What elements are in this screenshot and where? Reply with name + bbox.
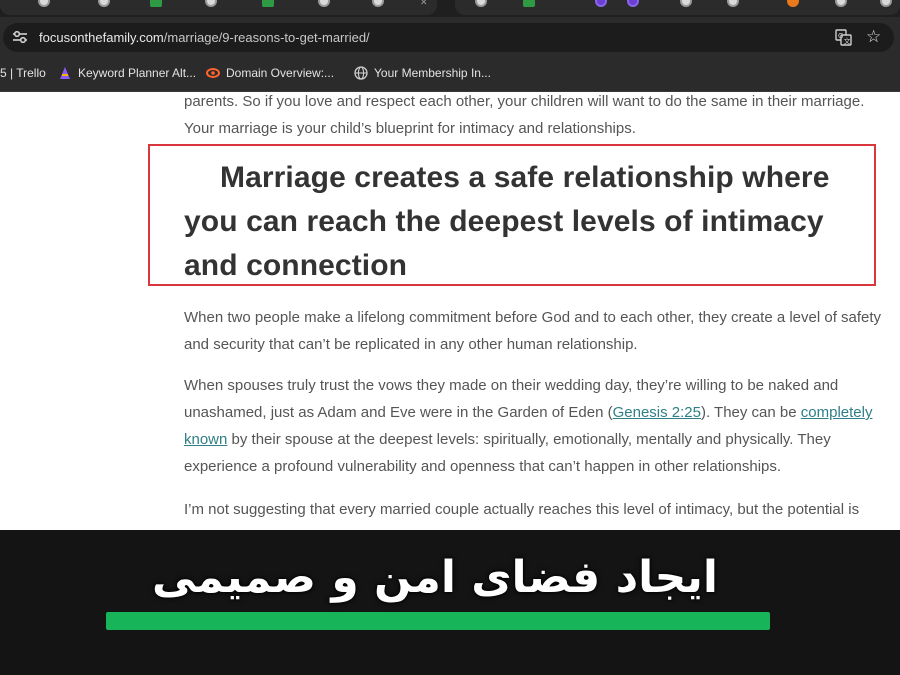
tab-group-right[interactable] <box>455 0 900 15</box>
tab-favicon-icon <box>205 0 217 7</box>
pull-quote: Marriage creates a safe relationship whe… <box>184 156 884 288</box>
bookmark-star-icon[interactable]: ☆ <box>866 27 881 47</box>
tab-favicon-icon <box>150 0 162 7</box>
accent-bar <box>106 612 770 630</box>
caption-overlay: ایجاد فضای امن و صمیمی <box>0 530 900 675</box>
url-host: focusonthefamily.com <box>39 30 164 45</box>
url-text[interactable]: focusonthefamily.com/marriage/9-reasons-… <box>39 30 370 45</box>
bookmark-membership[interactable]: Your Membership In... <box>354 66 491 80</box>
close-tab-icon[interactable]: ✕ <box>420 0 428 8</box>
tab-favicon-icon <box>835 0 847 7</box>
tab-favicon-icon <box>372 0 384 7</box>
bookmark-keyword-planner[interactable]: Keyword Planner Alt... <box>58 66 196 80</box>
paragraph-text: by their spouse at the deepest levels: s… <box>184 431 831 475</box>
bookmark-label: 5 | Trello <box>0 66 46 80</box>
caption-title: ایجاد فضای امن و صمیمی <box>152 552 718 603</box>
paragraph-text: ). They can be <box>700 404 801 421</box>
translate-icon[interactable]: G 文 <box>835 29 852 46</box>
tab-favicon-icon <box>727 0 739 7</box>
tab-favicon-icon <box>98 0 110 7</box>
tab-group-left[interactable]: ✕ <box>0 0 437 15</box>
tab-favicon-icon <box>318 0 330 7</box>
bookmark-domain-overview[interactable]: Domain Overview:... <box>206 66 334 80</box>
tab-favicon-icon <box>262 0 274 7</box>
tab-favicon-icon <box>595 0 607 7</box>
tab-favicon-icon <box>880 0 892 7</box>
bookmark-label: Domain Overview:... <box>226 66 335 80</box>
tab-strip: ✕ <box>0 0 900 17</box>
intro-paragraph: parents. So if you love and respect each… <box>184 92 890 142</box>
genesis-link[interactable]: Genesis 2:25 <box>613 404 701 421</box>
article-paragraph-1: When two people make a lifelong commitme… <box>184 309 882 353</box>
url-path: /marriage/9-reasons-to-get-married/ <box>163 30 370 45</box>
article-page: parents. So if you love and respect each… <box>0 92 900 530</box>
bookmark-trello[interactable]: 5 | Trello <box>0 66 46 80</box>
keyword-planner-icon <box>60 67 70 79</box>
address-row: focusonthefamily.com/marriage/9-reasons-… <box>0 17 900 58</box>
article-paragraph-3: I’m not suggesting that every married co… <box>184 501 860 518</box>
bookmarks-bar: 5 | Trello Keyword Planner Alt... Domain… <box>0 58 900 92</box>
article-paragraph-2: When spouses truly trust the vows they m… <box>184 372 890 480</box>
globe-icon <box>354 66 368 80</box>
pull-quote-text: Marriage creates a safe relationship whe… <box>184 161 830 282</box>
tab-favicon-icon <box>680 0 692 7</box>
site-settings-icon[interactable] <box>12 30 28 44</box>
intro-line-2: Your marriage is your child’s blueprint … <box>184 120 636 137</box>
intro-line-1: parents. So if you love and respect each… <box>184 93 865 110</box>
tab-favicon-icon <box>38 0 50 7</box>
semrush-icon <box>206 68 220 78</box>
svg-text:文: 文 <box>844 37 851 46</box>
bookmark-label: Keyword Planner Alt... <box>78 66 197 80</box>
tab-favicon-icon <box>523 0 535 7</box>
address-bar[interactable]: focusonthefamily.com/marriage/9-reasons-… <box>3 23 894 52</box>
tab-favicon-icon <box>627 0 639 7</box>
tab-favicon-icon <box>787 0 799 7</box>
bookmark-label: Your Membership In... <box>374 66 491 80</box>
tab-favicon-icon <box>475 0 487 7</box>
